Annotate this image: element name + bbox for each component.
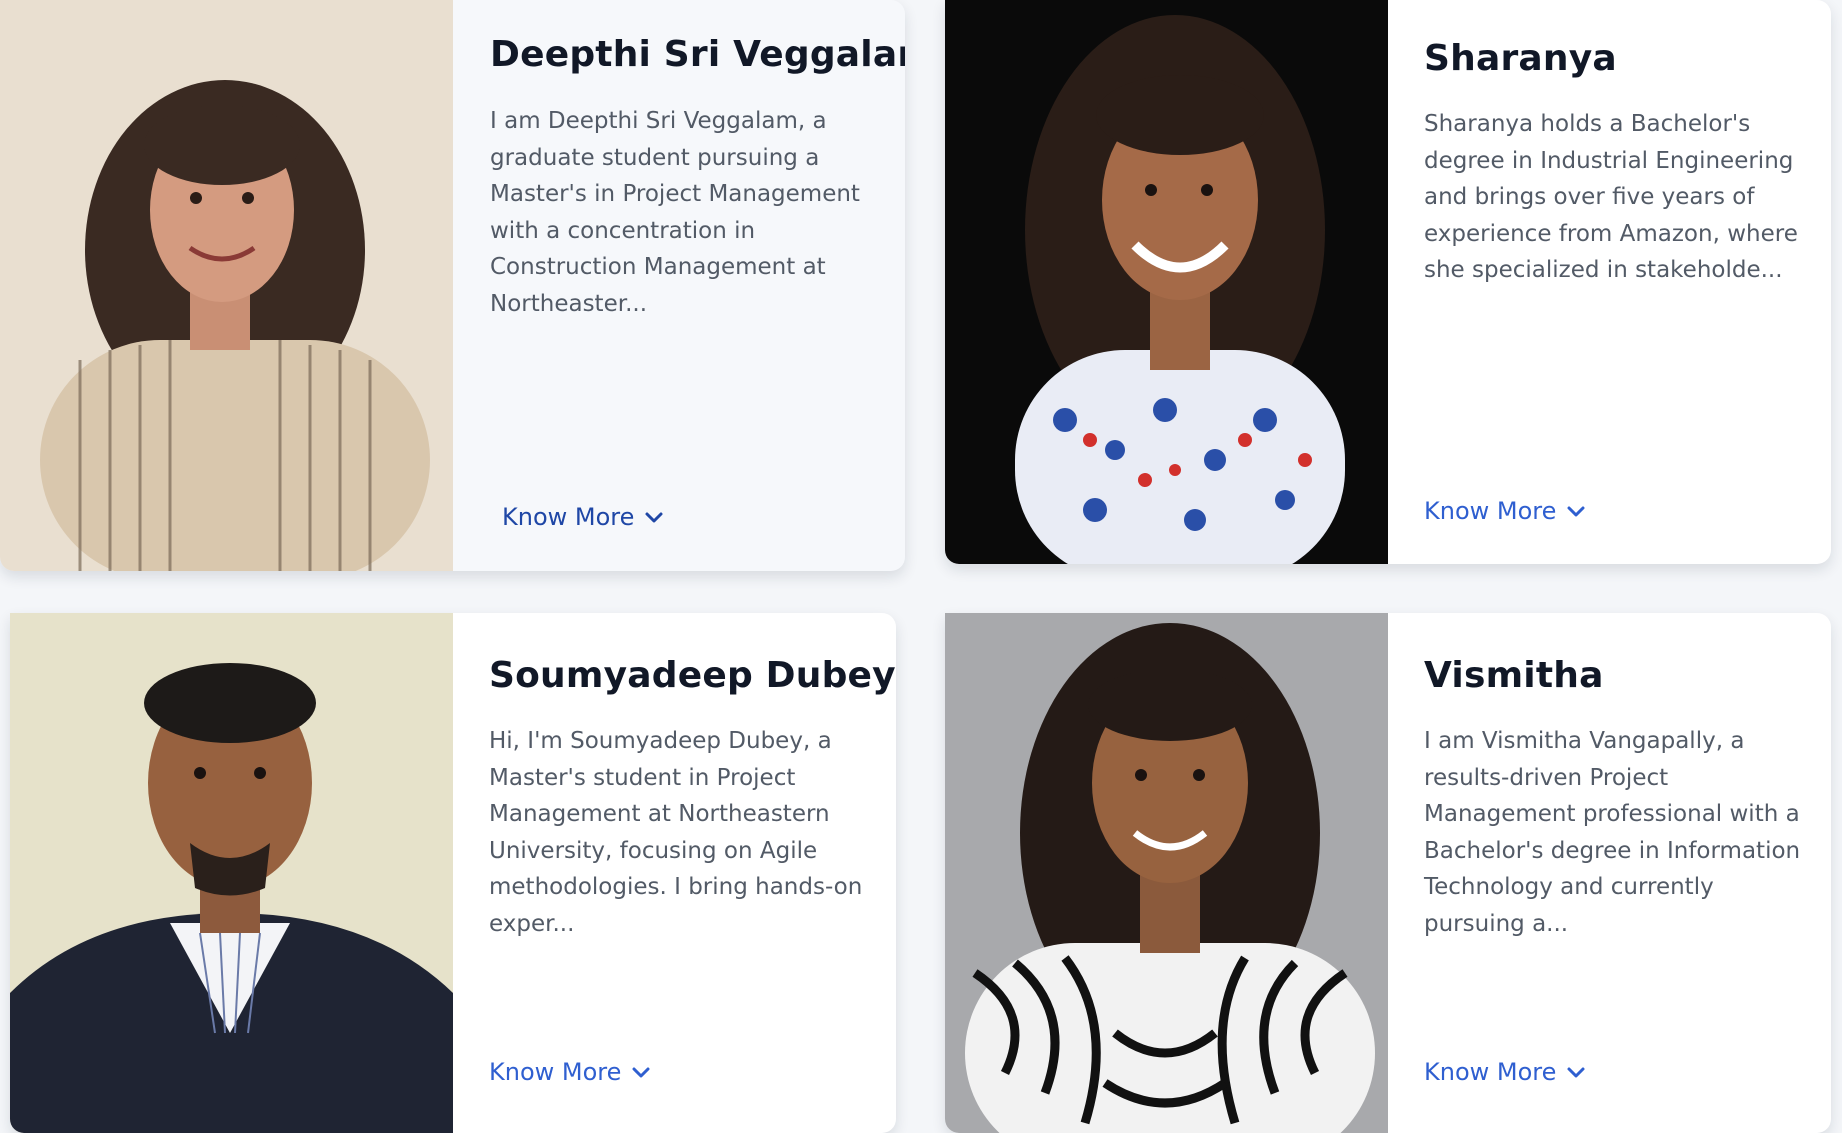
chevron-down-icon: [645, 512, 663, 523]
member-name: Vismitha: [1424, 655, 1604, 696]
member-description: Sharanya holds a Bachelor's degree in In…: [1424, 111, 1798, 283]
team-card-sharanya: Sharanya Sharanya holds a Bachelor's deg…: [945, 0, 1831, 564]
profile-photo-vismitha: [945, 613, 1388, 1133]
member-name: Sharanya: [1424, 38, 1617, 79]
portrait-photo-icon: [945, 613, 1388, 1133]
member-name: Deepthi Sri Veggalam: [490, 34, 905, 75]
member-description: I am Deepthi Sri Veggalam, a graduate st…: [490, 108, 860, 317]
portrait-photo-icon: [945, 0, 1388, 564]
card-body: Vismitha I am Vismitha Vangapally, a res…: [1388, 613, 1831, 1133]
know-more-label: Know More: [1424, 497, 1557, 525]
know-more-label: Know More: [489, 1058, 622, 1086]
portrait-photo-icon: [0, 0, 453, 571]
team-card-vismitha: Vismitha I am Vismitha Vangapally, a res…: [945, 613, 1831, 1133]
team-card-soumyadeep: Soumyadeep Dubey Hi, I'm Soumyadeep Dube…: [10, 613, 896, 1133]
profile-photo-sharanya: [945, 0, 1388, 564]
profile-photo-deepthi: [0, 0, 453, 571]
know-more-label: Know More: [502, 503, 635, 531]
chevron-down-icon: [632, 1067, 650, 1078]
know-more-button[interactable]: Know More: [489, 1058, 651, 1086]
member-name: Soumyadeep Dubey: [489, 655, 896, 696]
member-description: Hi, I'm Soumyadeep Dubey, a Master's stu…: [489, 728, 863, 937]
know-more-button[interactable]: Know More: [1424, 1058, 1586, 1086]
portrait-photo-icon: [10, 613, 453, 1133]
card-body: Soumyadeep Dubey Hi, I'm Soumyadeep Dube…: [453, 613, 896, 1133]
chevron-down-icon: [1567, 1067, 1585, 1078]
profile-photo-soumyadeep: [10, 613, 453, 1133]
know-more-button[interactable]: Know More: [502, 503, 664, 531]
card-body: Sharanya Sharanya holds a Bachelor's deg…: [1388, 0, 1831, 564]
card-body: Deepthi Sri Veggalam I am Deepthi Sri Ve…: [453, 0, 905, 571]
chevron-down-icon: [1567, 506, 1585, 517]
know-more-label: Know More: [1424, 1058, 1557, 1086]
member-description: I am Vismitha Vangapally, a results-driv…: [1424, 728, 1801, 937]
team-card-deepthi: Deepthi Sri Veggalam I am Deepthi Sri Ve…: [0, 0, 905, 571]
know-more-button[interactable]: Know More: [1424, 497, 1586, 525]
